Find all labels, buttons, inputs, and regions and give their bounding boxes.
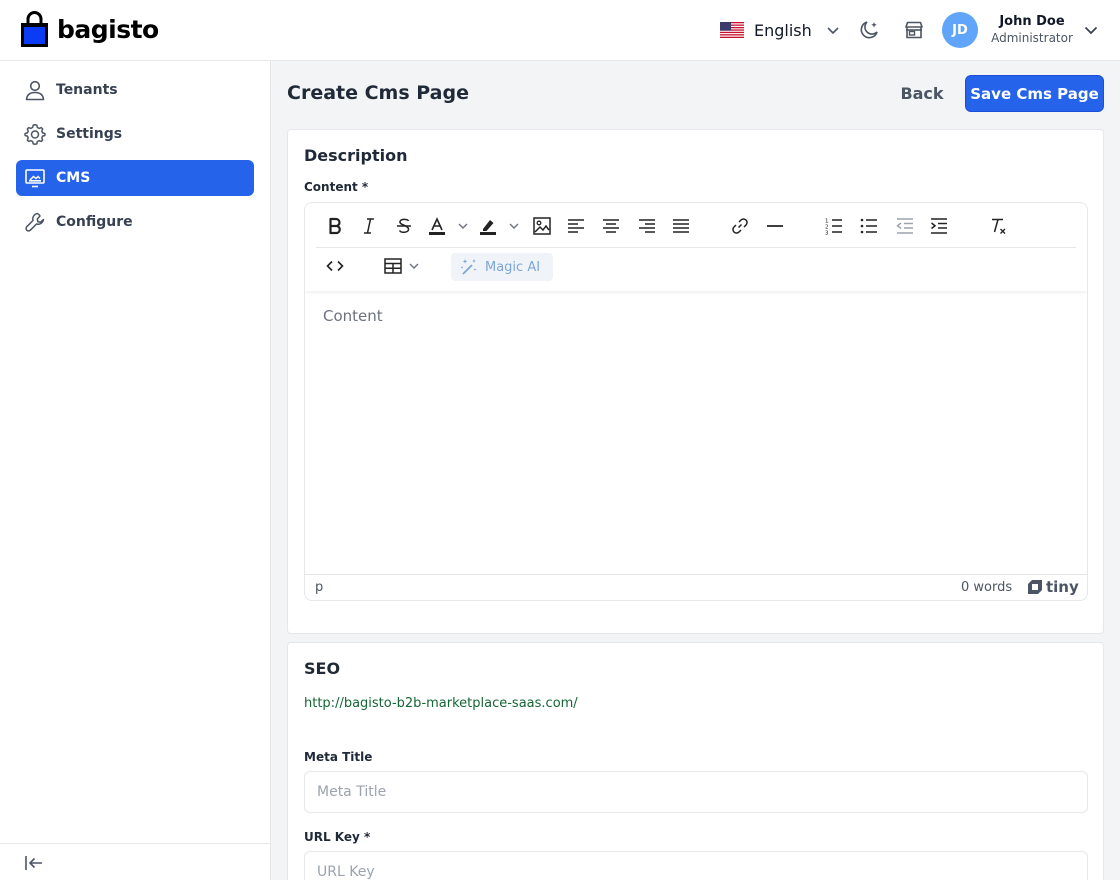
sidebar-item-label: CMS	[56, 170, 91, 186]
storefront-icon[interactable]	[903, 19, 925, 41]
strikethrough-icon[interactable]	[393, 215, 415, 237]
svg-text:3: 3	[825, 231, 829, 237]
magic-ai-button[interactable]: Magic AI	[451, 253, 553, 281]
table-icon[interactable]	[382, 255, 404, 277]
indent-icon[interactable]	[928, 215, 950, 237]
gear-icon	[24, 124, 46, 145]
us-flag-icon	[720, 22, 744, 38]
back-button[interactable]: Back	[892, 76, 952, 110]
user-role: Administrator	[991, 31, 1073, 45]
user-menu[interactable]: John Doe Administrator	[990, 14, 1074, 47]
bullet-list-icon[interactable]	[858, 215, 880, 237]
source-code-icon[interactable]	[324, 255, 346, 277]
page-title: Create Cms Page	[287, 82, 469, 104]
sidebar-item-settings[interactable]: Settings	[16, 116, 254, 152]
outdent-icon[interactable]	[894, 215, 916, 237]
top-header: bagisto English JD John Doe Administrato…	[0, 0, 1120, 61]
url-key-input[interactable]	[304, 851, 1088, 880]
collapse-sidebar-button[interactable]	[0, 843, 270, 880]
monitor-icon	[25, 169, 45, 188]
language-label: English	[754, 20, 812, 40]
magic-ai-label: Magic AI	[485, 259, 541, 275]
user-name: John Doe	[999, 14, 1065, 29]
wrench-icon	[25, 212, 45, 232]
align-left-icon[interactable]	[565, 215, 587, 237]
sidebar-item-tenants[interactable]: Tenants	[16, 72, 254, 108]
tiny-logo-icon	[1028, 580, 1042, 594]
logo[interactable]: bagisto	[20, 11, 159, 49]
image-icon[interactable]	[531, 215, 553, 237]
italic-icon[interactable]	[358, 215, 380, 237]
user-icon	[25, 80, 45, 101]
numbered-list-icon[interactable]: 123	[823, 215, 845, 237]
chevron-down-icon[interactable]	[403, 255, 425, 277]
seo-title: SEO	[304, 659, 341, 678]
description-card: Description Content * 1 2 3 Magic AI Con…	[287, 129, 1104, 634]
logo-text: bagisto	[57, 15, 159, 44]
chevron-down-icon[interactable]	[1083, 22, 1099, 38]
link-icon[interactable]	[729, 215, 751, 237]
element-path[interactable]: p	[315, 580, 323, 595]
sidebar-item-cms[interactable]: CMS	[16, 160, 254, 196]
bag-logo-icon	[21, 11, 48, 47]
editor-toolbar: 123 Magic AI	[305, 203, 1087, 291]
rich-text-editor: 123 Magic AI Content p 0 words tiny	[304, 202, 1088, 601]
clear-formatting-icon[interactable]	[987, 215, 1009, 237]
collapse-left-icon	[25, 856, 42, 870]
sidebar-item-label: Configure	[56, 214, 133, 230]
avatar[interactable]: JD	[942, 12, 978, 48]
magic-wand-icon	[460, 259, 477, 275]
sidebar-item-label: Settings	[56, 126, 123, 142]
meta-title-label: Meta Title	[304, 750, 373, 764]
chevron-down-icon[interactable]	[503, 215, 525, 237]
tiny-brand-label: tiny	[1046, 578, 1079, 596]
sidebar-item-label: Tenants	[56, 82, 118, 98]
url-key-label: URL Key *	[304, 830, 371, 844]
description-title: Description	[304, 146, 408, 165]
dark-mode-icon[interactable]	[858, 19, 880, 41]
meta-title-input[interactable]	[304, 771, 1088, 813]
horizontal-rule-icon[interactable]	[764, 215, 786, 237]
toolbar-divider	[316, 247, 1076, 248]
bold-icon[interactable]	[324, 215, 346, 237]
chevron-down-icon	[827, 27, 839, 35]
align-center-icon[interactable]	[600, 215, 622, 237]
sidebar: Tenants Settings CMS Configure	[0, 61, 271, 880]
align-right-icon[interactable]	[636, 215, 658, 237]
tiny-brand-link[interactable]: tiny	[1027, 578, 1079, 596]
seo-url-preview: http://bagisto-b2b-marketplace-saas.com/	[304, 696, 578, 711]
chevron-down-icon[interactable]	[452, 215, 474, 237]
content-label: Content *	[304, 180, 369, 194]
editor-statusbar: p 0 words tiny	[305, 574, 1087, 600]
language-switcher[interactable]: English	[720, 18, 840, 42]
content-editor-area[interactable]: Content	[323, 307, 383, 325]
text-color-icon[interactable]	[426, 215, 448, 237]
save-cms-page-button[interactable]: Save Cms Page	[965, 75, 1104, 112]
word-count[interactable]: 0 words	[961, 580, 1012, 595]
seo-card: SEO http://bagisto-b2b-marketplace-saas.…	[287, 642, 1104, 880]
sidebar-item-configure[interactable]: Configure	[16, 204, 254, 240]
align-justify-icon[interactable]	[670, 215, 692, 237]
highlight-icon[interactable]	[477, 215, 499, 237]
